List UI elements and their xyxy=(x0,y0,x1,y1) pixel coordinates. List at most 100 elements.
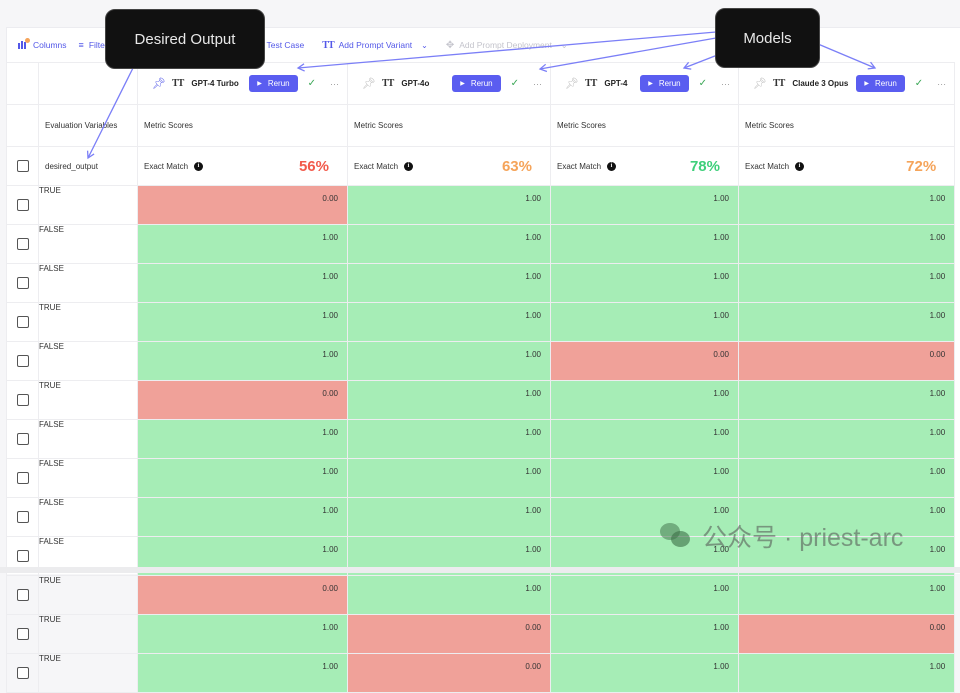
metric-name: Exact Match xyxy=(144,161,189,171)
columns-button[interactable]: Columns xyxy=(18,38,67,50)
score-cell[interactable]: 1.00 xyxy=(550,458,739,498)
score-cell[interactable]: 1.00 xyxy=(347,575,551,615)
score-cell[interactable]: 0.00 xyxy=(137,575,348,615)
row-checkbox[interactable] xyxy=(16,511,29,523)
table-row: FALSE 1.00 1.00 1.00 1.00 xyxy=(6,263,956,303)
score-cell[interactable]: 0.00 xyxy=(737,614,956,654)
score-cell[interactable]: 1.00 xyxy=(137,302,348,342)
row-checkbox[interactable] xyxy=(16,316,29,328)
chevron-down-icon: ⌄ xyxy=(421,40,428,50)
play-icon: ▶ xyxy=(648,81,653,87)
score-cell[interactable]: 1.00 xyxy=(550,653,739,693)
score-cell[interactable]: 0.00 xyxy=(347,653,551,693)
score-cell[interactable]: 1.00 xyxy=(550,185,739,225)
table-row: TRUE 1.00 0.00 1.00 1.00 xyxy=(6,653,956,693)
row-checkbox[interactable] xyxy=(16,433,29,445)
row-checkbox[interactable] xyxy=(16,355,29,367)
score-cell[interactable]: 1.00 xyxy=(550,224,739,264)
metric-name: Exact Match xyxy=(745,161,790,171)
score-cell[interactable]: 1.00 xyxy=(737,302,956,342)
model-name: GPT-4 Turbo xyxy=(191,79,239,88)
rerun-button[interactable]: ▶ Rerun xyxy=(856,75,905,92)
text-type-icon: TT xyxy=(172,78,184,89)
score-cell[interactable]: 1.00 xyxy=(347,380,551,420)
add-prompt-deployment-button[interactable]: ✥ Add Prompt Deployment ⌄ xyxy=(446,40,568,51)
score-cell[interactable]: 1.00 xyxy=(737,263,956,303)
aggregate-score: 78% xyxy=(689,157,720,175)
score-cell[interactable]: 1.00 xyxy=(137,224,348,264)
score-cell[interactable]: 1.00 xyxy=(737,224,956,264)
score-cell[interactable]: 1.00 xyxy=(737,575,956,615)
score-cell[interactable]: 1.00 xyxy=(347,185,551,225)
rerun-button[interactable]: ▶ Rerun xyxy=(452,75,501,92)
row-checkbox[interactable] xyxy=(16,667,29,679)
score-cell[interactable]: 1.00 xyxy=(347,302,551,342)
score-cell[interactable]: 1.00 xyxy=(137,263,348,303)
score-cell[interactable]: 1.00 xyxy=(347,497,551,537)
score-cell[interactable]: 1.00 xyxy=(347,458,551,498)
more-options-icon[interactable]: ··· xyxy=(937,79,946,89)
select-all-checkbox[interactable] xyxy=(16,160,29,172)
row-checkbox[interactable] xyxy=(16,472,29,484)
score-cell[interactable]: 0.00 xyxy=(137,380,348,420)
score-cell[interactable]: 0.00 xyxy=(737,341,956,381)
row-checkbox[interactable] xyxy=(16,550,29,562)
info-icon[interactable]: i xyxy=(404,161,414,171)
row-checkbox[interactable] xyxy=(16,238,29,250)
table-row: TRUE 0.00 1.00 1.00 1.00 xyxy=(6,575,956,615)
score-cell[interactable]: 1.00 xyxy=(550,419,739,459)
score-cell[interactable]: 1.00 xyxy=(737,380,956,420)
score-cell[interactable]: 1.00 xyxy=(347,224,551,264)
rerun-button[interactable]: ▶ Rerun xyxy=(249,75,298,92)
horizontal-scrollbar[interactable] xyxy=(0,567,960,573)
score-cell[interactable]: 1.00 xyxy=(550,380,739,420)
score-cell[interactable]: 0.00 xyxy=(137,185,348,225)
score-cell[interactable]: 1.00 xyxy=(137,458,348,498)
score-cell[interactable]: 1.00 xyxy=(137,419,348,459)
more-options-icon[interactable]: ··· xyxy=(533,79,542,89)
score-cell[interactable]: 1.00 xyxy=(137,497,348,537)
filter-button[interactable]: ≡ Filter xyxy=(79,40,108,50)
desired-output-value: TRUE xyxy=(38,380,138,420)
score-cell[interactable]: 1.00 xyxy=(347,419,551,459)
score-cell[interactable]: 1.00 xyxy=(137,341,348,381)
score-cell[interactable]: 1.00 xyxy=(347,341,551,381)
info-icon[interactable]: i xyxy=(607,161,617,171)
more-options-icon[interactable]: ··· xyxy=(330,79,339,89)
pin-icon[interactable]: 📌︎ xyxy=(753,77,767,90)
exact-match-row: desired_output Exact Match i 56% Exact Ma… xyxy=(6,146,956,186)
rerun-button[interactable]: ▶ Rerun xyxy=(640,75,689,92)
score-cell[interactable]: 1.00 xyxy=(550,575,739,615)
pin-icon[interactable]: 📌︎ xyxy=(152,77,166,90)
score-cell[interactable]: 1.00 xyxy=(737,497,956,537)
desired-output-value: FALSE xyxy=(38,341,138,381)
pin-icon[interactable]: 📌︎ xyxy=(362,77,376,90)
row-checkbox[interactable] xyxy=(16,199,29,211)
row-checkbox[interactable] xyxy=(16,394,29,406)
add-prompt-variant-button[interactable]: TT Add Prompt Variant ⌄ xyxy=(322,40,428,51)
score-cell[interactable]: 1.00 xyxy=(550,614,739,654)
info-icon[interactable]: i xyxy=(194,161,204,171)
score-cell[interactable]: 0.00 xyxy=(347,614,551,654)
desired-output-value: TRUE xyxy=(38,185,138,225)
score-cell[interactable]: 1.00 xyxy=(137,614,348,654)
score-cell[interactable]: 1.00 xyxy=(550,302,739,342)
info-icon[interactable]: i xyxy=(795,161,805,171)
pin-icon[interactable]: 📌︎ xyxy=(565,77,579,90)
score-cell[interactable]: 0.00 xyxy=(550,341,739,381)
more-options-icon[interactable]: ··· xyxy=(721,79,730,89)
metric-name: Exact Match xyxy=(557,161,602,171)
model-header: 📌︎ TT GPT-4 ▶ Rerun ✓ ··· xyxy=(550,62,739,105)
check-icon: ✓ xyxy=(510,78,519,89)
score-cell[interactable]: 1.00 xyxy=(737,419,956,459)
score-cell[interactable]: 1.00 xyxy=(137,653,348,693)
score-cell[interactable]: 1.00 xyxy=(347,263,551,303)
score-cell[interactable]: 1.00 xyxy=(550,497,739,537)
row-checkbox[interactable] xyxy=(16,628,29,640)
row-checkbox[interactable] xyxy=(16,277,29,289)
score-cell[interactable]: 1.00 xyxy=(550,263,739,303)
score-cell[interactable]: 1.00 xyxy=(737,653,956,693)
score-cell[interactable]: 1.00 xyxy=(737,458,956,498)
score-cell[interactable]: 1.00 xyxy=(737,185,956,225)
row-checkbox[interactable] xyxy=(16,589,29,601)
